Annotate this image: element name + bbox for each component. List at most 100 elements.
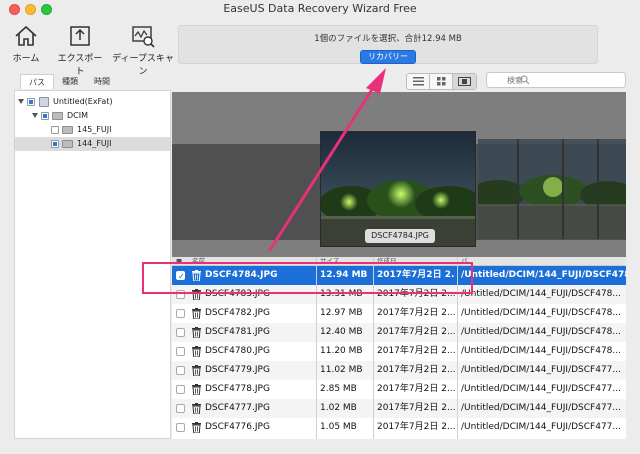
tab-type[interactable]: 種類 [54, 74, 86, 89]
grid-view-button[interactable] [430, 74, 453, 89]
view-mode-tabs: パス 種類 時間 [20, 74, 118, 89]
file-name: DSCF4776.JPG [205, 422, 270, 432]
file-name: DSCF4777.JPG [205, 403, 270, 413]
file-date: 2017年7月2日 2... [377, 327, 455, 337]
file-path: /Untitled/DCIM/144_FUJI/DSCF478... [461, 308, 621, 318]
selection-status-panel: 1個のファイルを選択、合計12.94 MB リカバリー [178, 25, 598, 64]
file-name: DSCF4780.JPG [205, 346, 270, 356]
list-view-button[interactable] [407, 74, 430, 89]
drive-label: Untitled(ExFat) [53, 97, 113, 106]
file-size: 12.97 MB [320, 308, 363, 318]
row-checkbox[interactable] [176, 309, 185, 318]
file-path: /Untitled/DCIM/144_FUJI/DSCF478... [461, 289, 621, 299]
filmstrip-view-icon [458, 77, 471, 86]
file-date: 2017年7月2日 2... [377, 308, 455, 318]
tab-path[interactable]: パス [20, 74, 54, 89]
disclosure-triangle-icon[interactable] [32, 113, 38, 118]
file-path: /Untitled/DCIM/144_FUJI/DSCF477... [461, 422, 621, 432]
folder-145-checkbox[interactable] [51, 126, 59, 134]
home-label: ホーム [12, 54, 40, 64]
table-row[interactable]: DSCF4777.JPG 1.02 MB 2017年7月2日 2... /Untitl… [172, 399, 626, 418]
file-path: /Untitled/DCIM/144_FUJI/DSCF478... [461, 270, 626, 280]
night-park-thumbnail [478, 139, 626, 239]
file-name: DSCF4778.JPG [205, 384, 270, 394]
deep-scan-button[interactable]: ディープスキャン [110, 24, 176, 77]
preview-pane: DSCF4784.JPG [172, 92, 626, 257]
deleted-file-icon [192, 327, 201, 338]
minimize-window-button[interactable] [25, 4, 36, 15]
drive-icon [39, 97, 49, 107]
tree-node-dcim[interactable]: DCIM [15, 109, 170, 123]
folder-144-checkbox[interactable] [51, 140, 59, 148]
preview-caption: DSCF4784.JPG [365, 229, 435, 243]
drive-checkbox[interactable] [27, 98, 35, 106]
file-date: 2017年7月2日 2... [377, 365, 455, 375]
recover-button[interactable]: リカバリー [360, 50, 416, 64]
file-size: 11.20 MB [320, 346, 363, 356]
file-path: /Untitled/DCIM/144_FUJI/DSCF478... [461, 327, 621, 337]
maximize-window-button[interactable] [41, 4, 52, 15]
file-path: /Untitled/DCIM/144_FUJI/DSCF478... [461, 346, 621, 356]
row-checkbox[interactable] [176, 366, 185, 375]
tree-node-144-fuji[interactable]: 144_FUJI [15, 137, 170, 151]
grid-view-icon [436, 77, 445, 86]
deleted-file-icon [192, 403, 201, 414]
search-input[interactable] [486, 72, 626, 88]
row-checkbox[interactable] [176, 404, 185, 413]
deep-scan-icon [132, 26, 155, 48]
export-icon [70, 26, 90, 46]
row-checkbox[interactable] [176, 347, 185, 356]
row-checkbox[interactable] [176, 385, 185, 394]
app-window: EaseUS Data Recovery Wizard Free ホーム エクス… [0, 0, 640, 454]
tab-time[interactable]: 時間 [86, 74, 118, 89]
deleted-file-icon [192, 422, 201, 433]
file-size: 12.40 MB [320, 327, 363, 337]
folder-144-label: 144_FUJI [77, 139, 112, 148]
table-row[interactable]: DSCF4778.JPG 2.85 MB 2017年7月2日 2... /Untitl… [172, 380, 626, 399]
close-window-button[interactable] [9, 4, 20, 15]
folder-icon [62, 140, 73, 148]
deleted-file-icon [192, 346, 201, 357]
table-row[interactable]: DSCF4776.JPG 1.05 MB 2017年7月2日 2... /Untitl… [172, 418, 626, 437]
file-date: 2017年7月2日 2... [377, 384, 455, 394]
table-row[interactable]: DSCF4781.JPG 12.40 MB 2017年7月2日 2... /Untit… [172, 323, 626, 342]
file-size: 1.02 MB [320, 403, 357, 413]
folder-145-label: 145_FUJI [77, 125, 112, 134]
selection-summary: 1個のファイルを選択、合計12.94 MB [314, 34, 462, 44]
title-bar: EaseUS Data Recovery Wizard Free [0, 0, 640, 18]
folder-icon [62, 126, 73, 134]
folder-icon [52, 112, 63, 120]
row-checkbox[interactable] [176, 328, 185, 337]
home-icon [15, 25, 37, 46]
dcim-label: DCIM [67, 111, 89, 120]
file-name: DSCF4782.JPG [205, 308, 270, 318]
file-date: 2017年7月2日 2... [377, 346, 455, 356]
tree-node-drive[interactable]: Untitled(ExFat) [15, 95, 170, 109]
window-title: EaseUS Data Recovery Wizard Free [223, 2, 417, 15]
row-checkbox[interactable] [176, 423, 185, 432]
file-date: 2017年7月2日 2... [377, 403, 455, 413]
filmstrip-view-button[interactable] [453, 74, 476, 89]
file-size: 1.05 MB [320, 422, 357, 432]
dcim-checkbox[interactable] [41, 112, 49, 120]
file-name: DSCF4781.JPG [205, 327, 270, 337]
table-row[interactable]: DSCF4780.JPG 11.20 MB 2017年7月2日 2... /Untit… [172, 342, 626, 361]
list-view-icon [412, 77, 424, 86]
next-thumbnail[interactable] [478, 139, 626, 239]
deleted-file-icon [192, 384, 201, 395]
disclosure-triangle-icon[interactable] [18, 99, 24, 104]
tree-node-145-fuji[interactable]: 145_FUJI [15, 123, 170, 137]
table-row[interactable]: DSCF4779.JPG 11.02 MB 2017年7月2日 2... /Untit… [172, 361, 626, 380]
file-date: 2017年7月2日 2... [377, 422, 455, 432]
file-name: DSCF4779.JPG [205, 365, 270, 375]
file-path: /Untitled/DCIM/144_FUJI/DSCF477... [461, 384, 621, 394]
deleted-file-icon [192, 308, 201, 319]
home-button[interactable]: ホーム [10, 24, 42, 64]
export-button[interactable]: エクスポート [55, 24, 105, 77]
view-switcher [406, 73, 477, 90]
search-icon [520, 75, 530, 85]
file-path: /Untitled/DCIM/144_FUJI/DSCF477... [461, 403, 621, 413]
deep-scan-label: ディープスキャン [112, 54, 174, 77]
table-row[interactable]: DSCF4782.JPG 12.97 MB 2017年7月2日 2... /Untit… [172, 304, 626, 323]
file-size: 2.85 MB [320, 384, 357, 394]
